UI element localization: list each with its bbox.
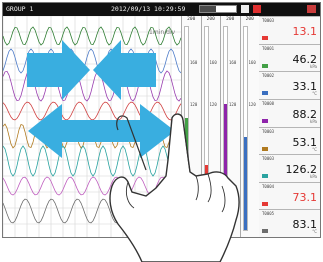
bargraph-scale-low: 120 <box>248 102 256 107</box>
channel-unit: °C <box>312 229 317 235</box>
channel-color-swatch <box>262 36 268 40</box>
bargraph-track <box>223 26 228 231</box>
menu-icon[interactable] <box>307 5 316 13</box>
bargraph-panel: 200 160 120 200 160 120 200 160 120 200 160 120 <box>181 16 259 237</box>
bargraph-column: 200 160 120 <box>200 16 221 237</box>
channel-unit: kPa <box>310 174 317 180</box>
bargraph-fill <box>224 104 227 230</box>
bargraph-column: 200 160 120 <box>181 16 201 237</box>
bargraph-scale-mid: 160 <box>190 60 198 65</box>
channel-tag: T0003 <box>262 18 275 23</box>
recorder-screen: GROUP 1 2012/09/13 10:29:59 1min/div 200… <box>2 2 321 238</box>
bargraph-fill <box>185 118 188 230</box>
bargraph-column: 200 160 120 <box>220 16 240 237</box>
channel-value: 13.1 <box>292 25 318 38</box>
channel-tag: T0001 <box>262 45 275 51</box>
group-name[interactable]: GROUP 1 <box>6 4 33 14</box>
digital-channel-cell[interactable]: T0002 33.1 °C <box>259 71 320 99</box>
channel-unit: °C <box>312 91 317 97</box>
memory-progress-bar <box>199 5 237 13</box>
bargraph-scale-mid: 160 <box>248 60 256 65</box>
channel-unit: °C <box>312 146 317 152</box>
channel-color-swatch <box>262 118 268 123</box>
channel-color-swatch <box>262 201 268 206</box>
alarm-icon[interactable] <box>253 5 261 13</box>
bargraph-scale-top: 200 <box>245 17 254 22</box>
digital-value-panel: T0003 13.1 T0001 46.2 kPa T0002 33.1 °C T0008 88.… <box>259 16 320 237</box>
digital-channel-cell[interactable]: T0003 53.1 °C <box>259 126 320 155</box>
channel-color-swatch <box>262 91 268 96</box>
bargraph-column: 200 160 120 <box>239 16 260 237</box>
digital-channel-cell[interactable]: T0003 13.1 <box>259 16 320 44</box>
bargraph-scale-top: 200 <box>226 17 235 22</box>
digital-channel-cell[interactable]: T0001 46.2 kPa <box>259 43 320 72</box>
channel-tag: T0003 <box>262 156 275 162</box>
trend-chart[interactable]: 1min/div <box>3 16 181 237</box>
bargraph-fill <box>204 165 208 230</box>
digital-channel-cell[interactable]: T0005 83.1 °C <box>259 209 320 237</box>
digital-channel-cell[interactable]: T0003 126.2 kPa <box>259 154 320 182</box>
bargraph-scale-mid: 160 <box>229 60 237 65</box>
channel-tag: T0008 <box>262 100 275 106</box>
memory-progress-fill <box>200 6 217 12</box>
bargraph-scale-low: 120 <box>229 102 237 107</box>
bargraph-scale-mid: 160 <box>209 60 217 65</box>
bargraph-track <box>242 26 248 231</box>
bargraph-track <box>203 26 209 231</box>
bargraph-track <box>184 26 189 231</box>
digital-channel-cell[interactable]: T0008 88.2 kPa <box>259 98 320 127</box>
channel-color-swatch <box>262 146 268 151</box>
bargraph-scale-top: 200 <box>206 17 215 22</box>
channel-unit: kPa <box>310 63 317 69</box>
channel-tag: T0003 <box>262 128 275 134</box>
bargraph-scale-low: 120 <box>209 102 217 107</box>
channel-tag: T0004 <box>262 183 275 189</box>
trend-scale-label: 1min/div <box>149 29 176 36</box>
screen-icon[interactable] <box>241 5 249 13</box>
status-bar: GROUP 1 2012/09/13 10:29:59 <box>3 3 320 16</box>
bargraph-fill <box>243 136 247 230</box>
channel-value: 73.1 <box>292 190 318 204</box>
channel-unit: kPa <box>310 118 317 124</box>
bargraph-scale-low: 120 <box>190 102 198 107</box>
digital-channel-cell[interactable]: T0004 73.1 <box>259 181 320 210</box>
channel-tag: T0002 <box>262 73 275 79</box>
bargraph-scale-top: 200 <box>187 17 196 22</box>
channel-tag: T0005 <box>262 211 275 217</box>
channel-color-swatch <box>262 174 268 179</box>
channel-color-swatch <box>262 229 268 234</box>
datetime-display: 2012/09/13 10:29:59 <box>111 5 186 13</box>
channel-color-swatch <box>262 63 268 68</box>
